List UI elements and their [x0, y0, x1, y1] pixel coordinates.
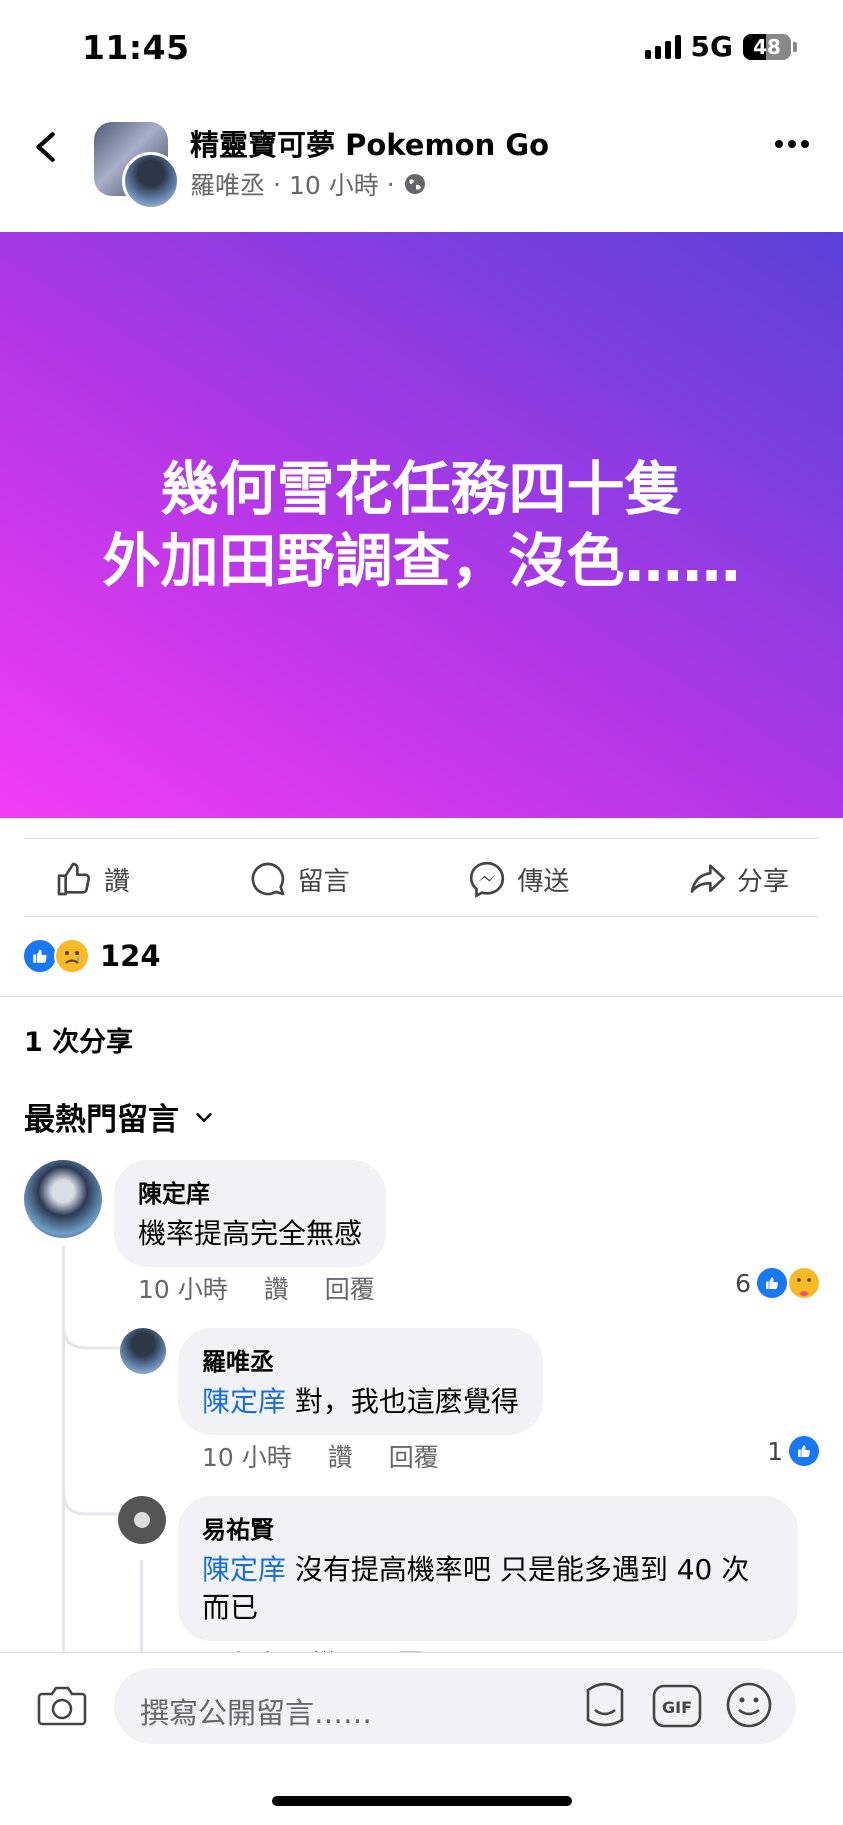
reaction-count: 124: [100, 939, 161, 973]
mention-link[interactable]: 陳定庠: [202, 1553, 286, 1586]
comment-like-button[interactable]: 讚: [264, 1270, 289, 1306]
thread-connector: [62, 1462, 122, 1516]
comment-like-button[interactable]: 讚: [312, 1644, 337, 1652]
commenter-avatar[interactable]: [120, 1328, 166, 1374]
globe-icon: [404, 174, 425, 194]
meta-separator: ·: [386, 169, 395, 199]
like-reaction-icon: [757, 1268, 787, 1298]
battery-level: 48: [753, 34, 781, 59]
comment-reply-button[interactable]: 回覆: [389, 1438, 439, 1474]
send-button[interactable]: 傳送: [437, 859, 599, 899]
share-count[interactable]: 1 次分享: [24, 1020, 133, 1059]
comment-like-button[interactable]: 讚: [328, 1438, 353, 1474]
comment-reactions[interactable]: 1: [767, 1436, 819, 1466]
thread-line: [140, 1560, 143, 1652]
reaction-summary[interactable]: 124: [22, 938, 161, 974]
comment-button[interactable]: 留言: [218, 859, 380, 899]
avatar-sticker-icon[interactable]: [580, 1680, 630, 1730]
share-arrow-icon: [690, 864, 725, 893]
emoji-icon[interactable]: [724, 1680, 774, 1730]
meta-separator: ·: [273, 169, 281, 199]
group-name[interactable]: 精靈寶可夢 Pokemon Go: [190, 122, 549, 164]
comment-sort-dropdown[interactable]: 最熱門留言: [24, 1094, 215, 1139]
battery-icon: 48: [743, 33, 797, 60]
comment-meta: 5 小時 讚 回覆: [202, 1644, 423, 1652]
comment-text: 陳定庠 對，我也這麼覺得: [202, 1385, 519, 1418]
camera-icon[interactable]: [36, 1682, 88, 1730]
send-label: 傳送: [517, 866, 570, 897]
comment-time[interactable]: 10 小時: [202, 1438, 292, 1474]
comment-icon: [251, 862, 284, 896]
sad-reaction-icon: [54, 938, 90, 974]
comment-bubble: 羅唯丞 陳定庠 對，我也這麼覺得: [178, 1328, 543, 1435]
signal-icon: [644, 34, 681, 59]
comment-meta: 10 小時 讚 回覆: [202, 1438, 439, 1474]
gif-icon[interactable]: GIF: [652, 1684, 702, 1728]
comment-meta: 10 小時 讚 回覆: [138, 1270, 375, 1306]
thumbs-up-icon: [57, 862, 91, 896]
author-name[interactable]: 羅唯丞: [190, 166, 265, 202]
commenter-name[interactable]: 陳定庠: [138, 1174, 362, 1209]
post-actions: 讚 留言 傳送 分享: [24, 840, 819, 918]
post-time[interactable]: 10 小時: [289, 166, 379, 202]
chevron-down-icon: [196, 1112, 212, 1122]
comment-time[interactable]: 10 小時: [138, 1270, 228, 1306]
comment-label: 留言: [297, 866, 350, 897]
status-time: 11:45: [82, 28, 190, 67]
comment-text: 機率提高完全無感: [138, 1217, 363, 1250]
thread-connector: [62, 1296, 122, 1350]
back-arrow-icon[interactable]: [30, 130, 64, 164]
like-reaction-icon: [22, 938, 58, 974]
sort-label: 最熱門留言: [24, 1102, 179, 1138]
comment-reply-button[interactable]: 回覆: [325, 1270, 375, 1306]
comment-reactions[interactable]: 6: [735, 1268, 819, 1298]
care-reaction-icon: [789, 1268, 819, 1298]
network-type: 5G: [690, 30, 733, 63]
post-text-line2: 外加田野調查，沒色……: [102, 527, 741, 595]
commenter-avatar[interactable]: [24, 1160, 102, 1238]
share-label: 分享: [736, 866, 789, 897]
share-button[interactable]: 分享: [657, 859, 819, 899]
mention-link[interactable]: 陳定庠: [202, 1385, 286, 1418]
comment-reply-button[interactable]: 回覆: [373, 1644, 423, 1652]
comment-bubble: 陳定庠 機率提高完全無感: [114, 1160, 387, 1267]
post-meta: 羅唯丞 · 10 小時 ·: [190, 166, 427, 202]
comment-input-placeholder: 撰寫公開留言……: [140, 1696, 373, 1730]
messenger-icon: [470, 861, 505, 898]
home-indicator: [272, 1796, 572, 1806]
post-banner: 幾何雪花任務四十隻 外加田野調查，沒色……: [0, 232, 843, 818]
comment-time[interactable]: 5 小時: [202, 1644, 276, 1652]
comment-reaction-count: 6: [735, 1268, 751, 1298]
more-options-icon[interactable]: [775, 140, 809, 148]
post-text-line1: 幾何雪花任務四十隻: [160, 455, 683, 523]
like-button[interactable]: 讚: [24, 859, 160, 899]
comment-bubble: 易祐賢 陳定庠 沒有提高機率吧 只是能多遇到 40 次而已: [178, 1496, 798, 1641]
commenter-avatar[interactable]: [118, 1496, 166, 1544]
comment-text: 陳定庠 沒有提高機率吧 只是能多遇到 40 次而已: [202, 1553, 750, 1624]
status-indicators: 5G 48: [644, 30, 797, 63]
like-label: 讚: [104, 866, 131, 897]
comment-reaction-count: 1: [767, 1436, 783, 1466]
like-reaction-icon: [789, 1436, 819, 1466]
commenter-name[interactable]: 羅唯丞: [202, 1342, 519, 1377]
commenter-name[interactable]: 易祐賢: [202, 1510, 774, 1545]
author-avatar[interactable]: [122, 152, 180, 210]
svg-text:GIF: GIF: [662, 1698, 692, 1717]
